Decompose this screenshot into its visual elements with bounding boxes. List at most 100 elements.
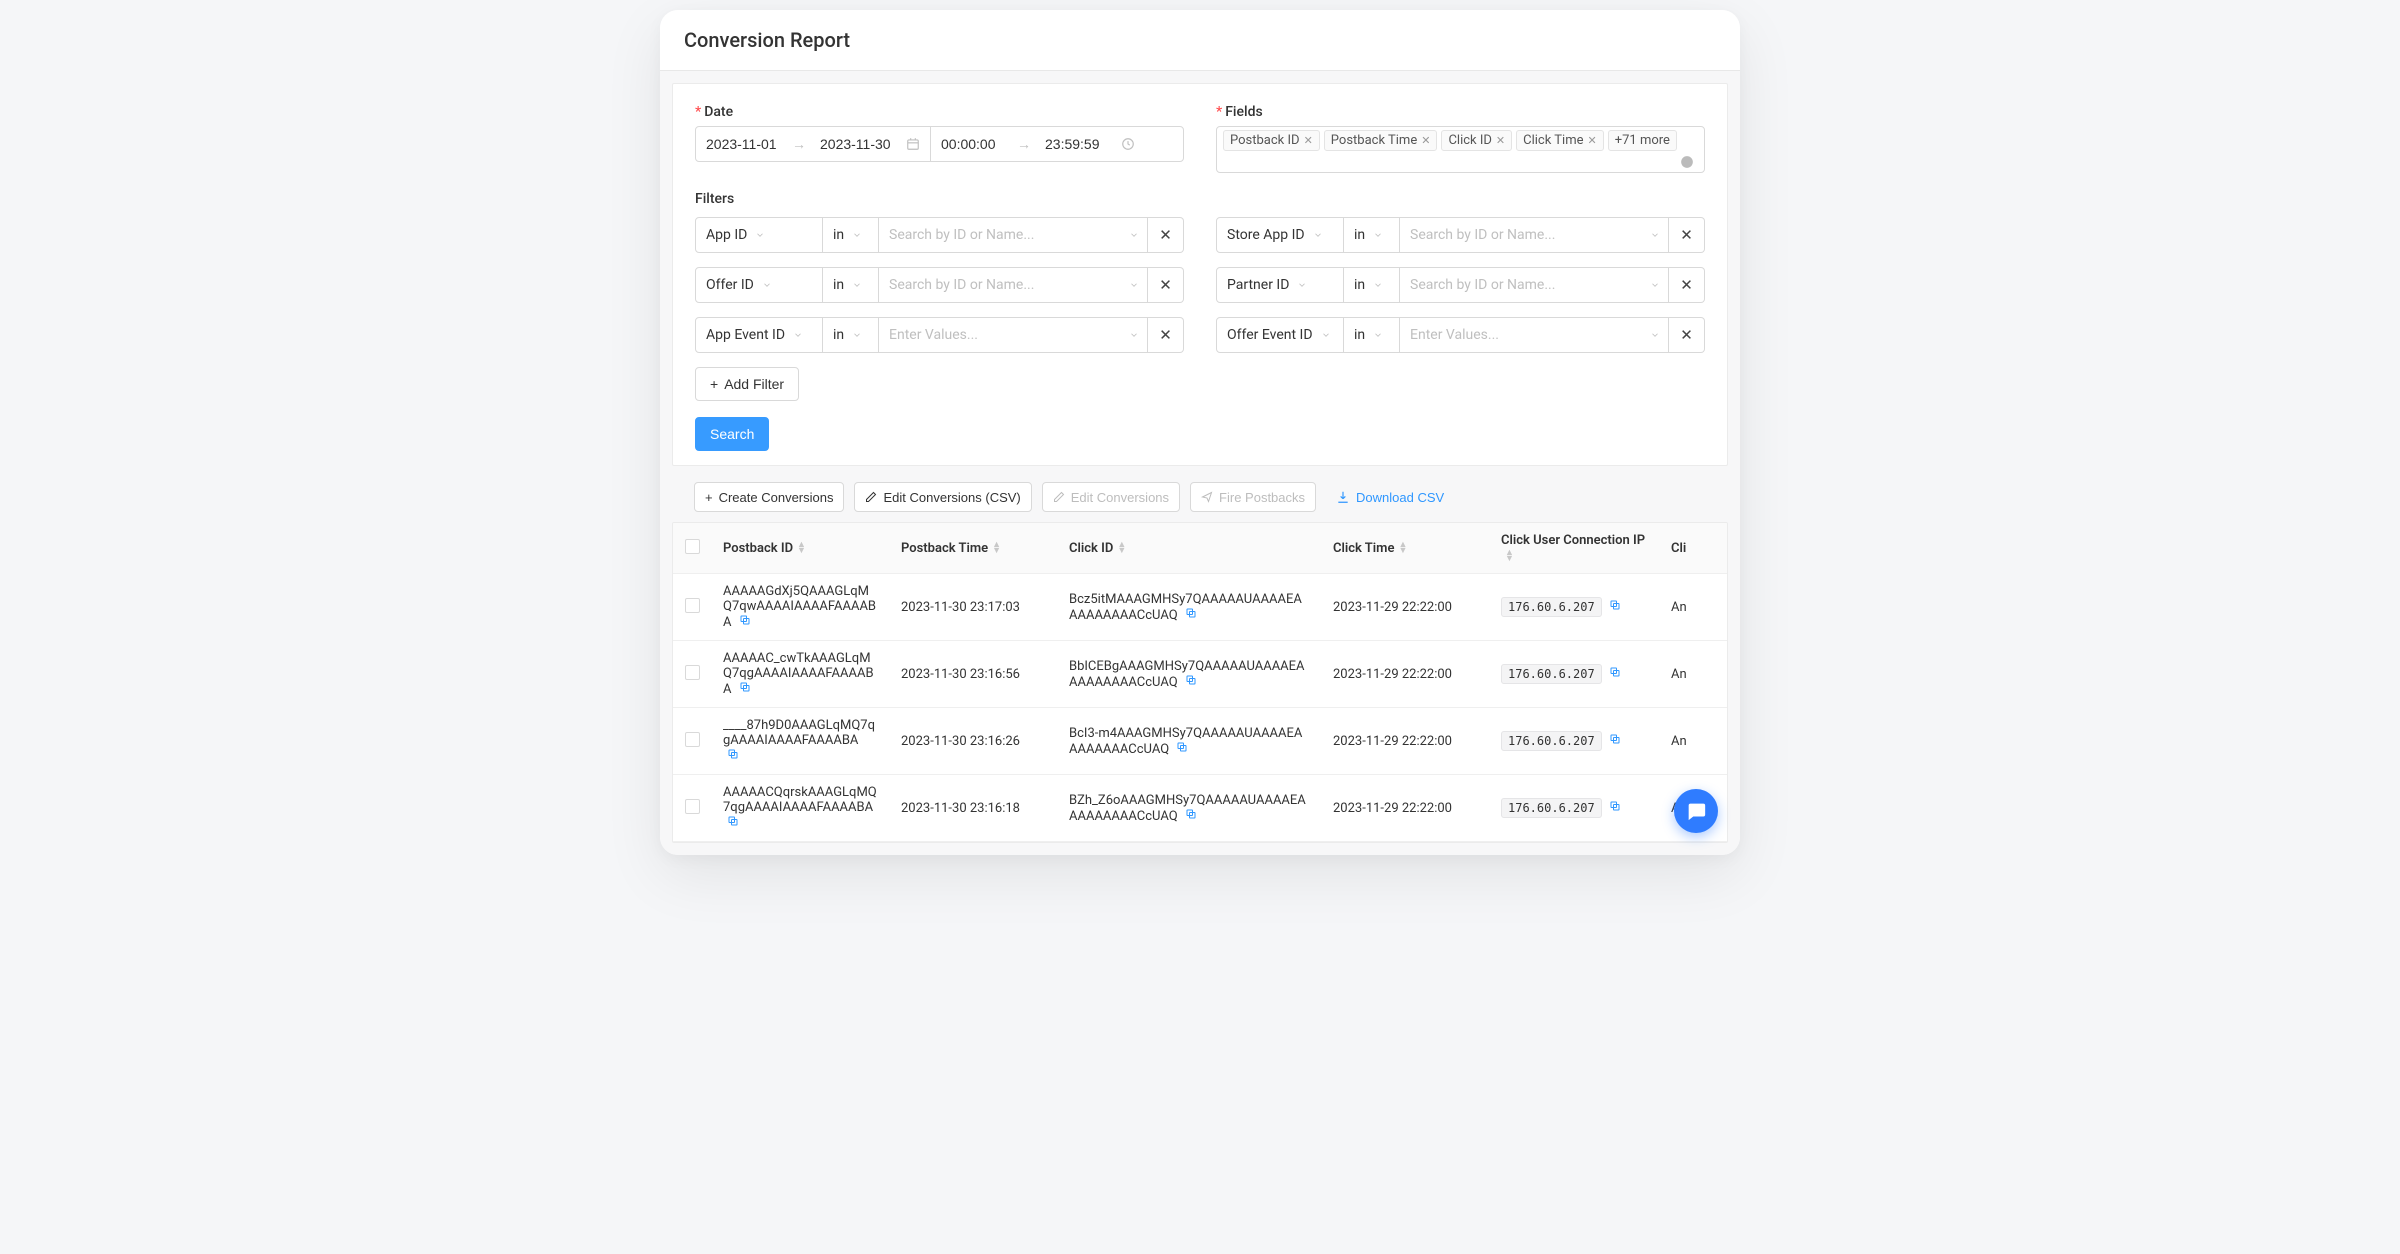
chevron-down-icon <box>852 330 862 340</box>
filter-field-select[interactable]: Offer Event ID <box>1216 317 1344 353</box>
fields-select[interactable]: Postback ID✕ Postback Time✕ Click ID✕ Cl… <box>1216 126 1705 173</box>
sort-icon[interactable]: ▲▼ <box>1398 542 1407 554</box>
filter-group: Store App ID in Search by ID or Name... … <box>1216 217 1705 253</box>
date-start-input[interactable] <box>696 127 788 161</box>
remove-filter-button[interactable]: ✕ <box>1669 217 1705 253</box>
remove-filter-button[interactable]: ✕ <box>1148 317 1184 353</box>
edit-conversions-button: Edit Conversions <box>1042 482 1180 512</box>
filter-operator-select[interactable]: in <box>823 217 879 253</box>
create-conversions-button[interactable]: + Create Conversions <box>694 482 844 512</box>
filter-value-input[interactable]: Search by ID or Name... <box>879 217 1148 253</box>
filter-field-select[interactable]: App ID <box>695 217 823 253</box>
copy-icon[interactable] <box>727 815 739 827</box>
cell-click-time: 2023-11-29 22:22:00 <box>1321 641 1489 708</box>
column-header: Click User Connection IP▲▼ <box>1489 523 1659 574</box>
table-row: AAAAAGdXj5QAAAGLqMQ7qwAAAAIAAAAFAAAABA 2… <box>673 574 1727 641</box>
clear-icon[interactable] <box>1676 155 1698 169</box>
remove-filter-button[interactable]: ✕ <box>1148 267 1184 303</box>
search-button[interactable]: Search <box>695 417 769 451</box>
chevron-down-icon <box>852 230 862 240</box>
cell-last: An <box>1659 574 1727 641</box>
chat-icon <box>1685 800 1707 822</box>
close-icon[interactable]: ✕ <box>1496 134 1505 147</box>
field-tag: Click Time✕ <box>1516 130 1604 151</box>
filter-value-input[interactable]: Search by ID or Name... <box>879 267 1148 303</box>
close-icon[interactable]: ✕ <box>1588 134 1597 147</box>
field-tag: Postback Time✕ <box>1324 130 1438 151</box>
filter-field-select[interactable]: App Event ID <box>695 317 823 353</box>
filter-operator-select[interactable]: in <box>1344 217 1400 253</box>
remove-filter-button[interactable]: ✕ <box>1148 217 1184 253</box>
filter-field-select[interactable]: Offer ID <box>695 267 823 303</box>
sort-icon[interactable]: ▲▼ <box>992 542 1001 554</box>
field-tag-more[interactable]: +71 more <box>1608 130 1677 151</box>
filter-value-input[interactable]: Enter Values... <box>879 317 1148 353</box>
filter-value-input[interactable]: Enter Values... <box>1400 317 1669 353</box>
copy-icon[interactable] <box>1185 607 1197 619</box>
chevron-down-icon <box>852 280 862 290</box>
filter-field-select[interactable]: Store App ID <box>1216 217 1344 253</box>
row-checkbox[interactable] <box>685 732 700 747</box>
edit-conversions-csv-button[interactable]: Edit Conversions (CSV) <box>854 482 1031 512</box>
chat-widget-button[interactable] <box>1674 789 1718 833</box>
copy-icon[interactable] <box>739 614 751 626</box>
chevron-down-icon <box>1650 230 1660 240</box>
filter-group: App ID in Search by ID or Name... ✕ <box>695 217 1184 253</box>
copy-icon[interactable] <box>1185 674 1197 686</box>
remove-filter-button[interactable]: ✕ <box>1669 317 1705 353</box>
date-label: *Date <box>695 104 1184 120</box>
chevron-down-icon <box>1650 330 1660 340</box>
cell-click-id: BcI3-m4AAAGMHSy7QAAAAAUAAAAEAAAAAAAACcUA… <box>1057 708 1321 775</box>
sort-icon[interactable]: ▲▼ <box>797 542 806 554</box>
filter-operator-select[interactable]: in <box>1344 317 1400 353</box>
cell-click-time: 2023-11-29 22:22:00 <box>1321 775 1489 842</box>
close-icon: ✕ <box>1680 226 1693 244</box>
add-filter-button[interactable]: + Add Filter <box>695 367 799 401</box>
filter-operator-select[interactable]: in <box>823 267 879 303</box>
filter-value-input[interactable]: Search by ID or Name... <box>1400 217 1669 253</box>
cell-ip: 176.60.6.207 <box>1489 708 1659 775</box>
chevron-down-icon <box>1129 230 1139 240</box>
row-checkbox[interactable] <box>685 665 700 680</box>
filter-value-input[interactable]: Search by ID or Name... <box>1400 267 1669 303</box>
copy-icon[interactable] <box>1609 733 1621 745</box>
filter-operator-select[interactable]: in <box>823 317 879 353</box>
chevron-down-icon <box>1129 280 1139 290</box>
chevron-down-icon <box>793 330 803 340</box>
download-csv-link[interactable]: Download CSV <box>1326 482 1454 512</box>
filter-operator-select[interactable]: in <box>1344 267 1400 303</box>
cell-postback-time: 2023-11-30 23:16:18 <box>889 775 1057 842</box>
remove-filter-button[interactable]: ✕ <box>1669 267 1705 303</box>
time-end-input[interactable] <box>1035 127 1117 161</box>
time-start-input[interactable] <box>931 127 1013 161</box>
close-icon[interactable]: ✕ <box>1304 134 1313 147</box>
cell-click-id: BbICEBgAAAGMHSy7QAAAAAUAAAAEAAAAAAAAACcU… <box>1057 641 1321 708</box>
cell-postback-id: ____87h9D0AAAGLqMQ7qgAAAAIAAAAFAAAABA <box>711 708 889 775</box>
close-icon[interactable]: ✕ <box>1421 134 1430 147</box>
chevron-down-icon <box>1313 230 1323 240</box>
cell-click-id: Bcz5itMAAAGMHSy7QAAAAAUAAAAEAAAAAAAAACcU… <box>1057 574 1321 641</box>
copy-icon[interactable] <box>1185 808 1197 820</box>
date-range-picker[interactable]: → → <box>695 126 1184 162</box>
cell-postback-time: 2023-11-30 23:16:26 <box>889 708 1057 775</box>
row-checkbox[interactable] <box>685 799 700 814</box>
conversions-table: Postback ID▲▼ Postback Time▲▼ Click ID▲▼… <box>673 523 1727 842</box>
select-all-checkbox[interactable] <box>685 539 700 554</box>
copy-icon[interactable] <box>1176 741 1188 753</box>
arrow-right-icon: → <box>788 136 810 153</box>
table-row: AAAAAC_cwTkAAAGLqMQ7qgAAAAIAAAAFAAAABA 2… <box>673 641 1727 708</box>
chevron-down-icon <box>1321 330 1331 340</box>
copy-icon[interactable] <box>727 748 739 760</box>
copy-icon[interactable] <box>1609 666 1621 678</box>
filter-field-select[interactable]: Partner ID <box>1216 267 1344 303</box>
copy-icon[interactable] <box>739 681 751 693</box>
row-checkbox[interactable] <box>685 598 700 613</box>
table-row: AAAAACQqrskAAAGLqMQ7qgAAAAIAAAAFAAAABA 2… <box>673 775 1727 842</box>
copy-icon[interactable] <box>1609 599 1621 611</box>
date-end-input[interactable] <box>810 127 902 161</box>
copy-icon[interactable] <box>1609 800 1621 812</box>
sort-icon[interactable]: ▲▼ <box>1117 542 1126 554</box>
sort-icon[interactable]: ▲▼ <box>1505 550 1514 562</box>
chevron-down-icon <box>755 230 765 240</box>
plus-icon: + <box>710 376 718 392</box>
